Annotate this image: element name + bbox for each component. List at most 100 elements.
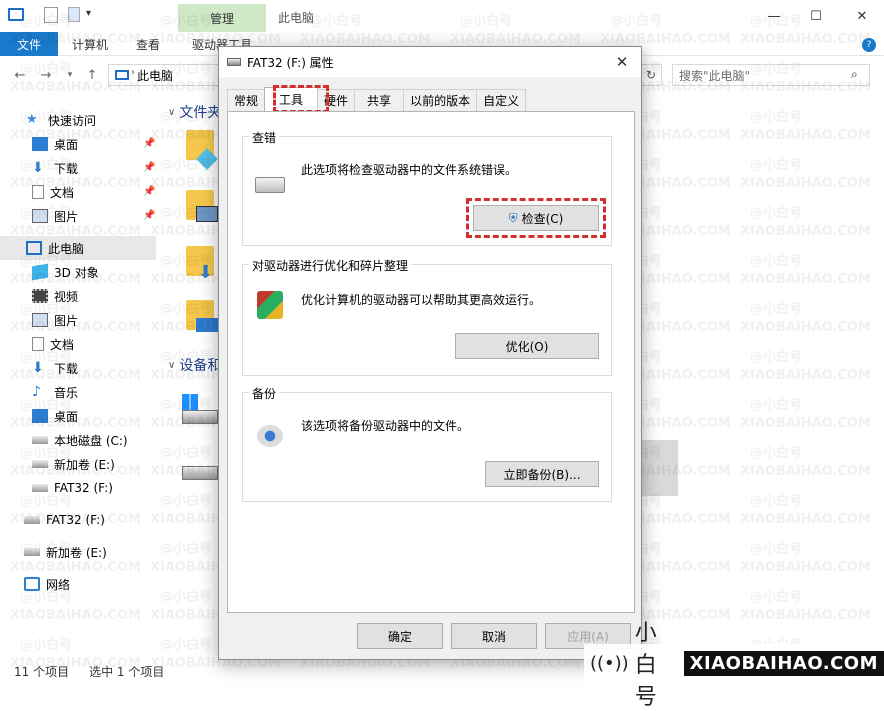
- sidebar-item-fat32-f[interactable]: FAT32 (F:): [0, 476, 156, 500]
- star-icon: ★: [26, 112, 38, 127]
- tab-customize[interactable]: 自定义: [476, 89, 527, 111]
- help-icon[interactable]: ?: [862, 38, 876, 52]
- sidebar-item-label: 下载: [54, 161, 79, 176]
- optimize-button[interactable]: 优化(O): [455, 333, 599, 359]
- brand-cn: 小白号: [634, 621, 657, 710]
- pin-icon[interactable]: 📌: [143, 186, 155, 197]
- devices-section-header[interactable]: ∨ 设备和: [168, 355, 221, 375]
- watermark-text: XIAOBAIHAO.COM: [740, 368, 871, 383]
- watermark-text: @小白号: [160, 494, 213, 509]
- watermark-text: XIAOBAIHAO.COM: [740, 464, 871, 479]
- windows-logo-icon: [182, 394, 198, 410]
- sidebar-item-pictures[interactable]: 图片: [0, 204, 156, 228]
- selected-count: 选中 1 个项目: [89, 664, 165, 679]
- sidebar-item-network[interactable]: 网络: [0, 572, 156, 596]
- properties-dialog: FAT32 (F:) 属性 ✕ 常规 工具 硬件 共享 以前的版本 自定义 查错…: [218, 46, 642, 660]
- sidebar-item-fat32-f[interactable]: FAT32 (F:): [0, 508, 156, 532]
- watermark-text: XIAOBAIHAO.COM: [740, 272, 871, 287]
- tools-tab-highlight: [273, 85, 329, 113]
- sidebar-item-volume-e[interactable]: 新加卷 (E:): [0, 540, 156, 564]
- backup-group: 备份 该选项将备份驱动器中的文件。 立即备份(B)...: [242, 385, 612, 502]
- music-icon: ♪: [32, 384, 41, 400]
- dialog-title: FAT32 (F:) 属性: [247, 55, 334, 70]
- sidebar-item-label: 桌面: [54, 409, 79, 424]
- chevron-down-icon[interactable]: ▾: [86, 8, 91, 19]
- group-title: 备份: [249, 385, 280, 402]
- drive-icon[interactable]: [182, 410, 218, 424]
- tab-view[interactable]: 查看: [126, 32, 170, 56]
- tools-tab-panel: 查错 此选项将检查驱动器中的文件系统错误。 ⛨ 检查(C) 对驱动器进行优化和碎…: [227, 111, 635, 613]
- network-icon: [24, 577, 40, 591]
- refresh-icon: ↻: [645, 68, 657, 82]
- sidebar-item-label: FAT32 (F:): [54, 481, 113, 495]
- chevron-down-icon: ∨: [168, 106, 176, 118]
- group-title: 对驱动器进行优化和碎片整理: [249, 257, 412, 274]
- search-input[interactable]: 搜索"此电脑" ⌕: [672, 64, 870, 86]
- backup-description: 该选项将备份驱动器中的文件。: [301, 419, 470, 433]
- sidebar-item-label: 网络: [46, 577, 71, 592]
- computer-icon: [26, 241, 42, 255]
- sidebar-item-local-disk-c[interactable]: 本地磁盘 (C:): [0, 428, 156, 452]
- drive-icon: [32, 436, 48, 444]
- sidebar-item-videos[interactable]: 视频: [0, 284, 156, 308]
- sidebar-item-quick-access[interactable]: ★ 快速访问: [0, 108, 156, 132]
- back-arrow-icon[interactable]: ←: [12, 66, 28, 84]
- folders-section-header[interactable]: ∨ 文件夹: [168, 102, 221, 122]
- tab-computer[interactable]: 计算机: [64, 32, 116, 56]
- desktop-icon: [32, 137, 48, 151]
- tab-sharing[interactable]: 共享: [354, 89, 405, 111]
- watermark-text: @小白号: [750, 110, 803, 125]
- address-bar[interactable]: › 此电脑: [108, 64, 228, 86]
- brand-en: XIAOBAIHAO.COM: [683, 650, 884, 676]
- watermark-text: @小白号: [750, 206, 803, 221]
- sidebar-item-desktop[interactable]: 桌面: [0, 132, 156, 156]
- properties-icon[interactable]: [44, 7, 58, 23]
- selected-item-highlight[interactable]: [638, 440, 678, 496]
- sidebar-item-label: 图片: [54, 313, 79, 328]
- tab-previous-versions[interactable]: 以前的版本: [403, 89, 478, 111]
- backup-now-button[interactable]: 立即备份(B)...: [485, 461, 599, 487]
- maximize-icon[interactable]: ☐: [806, 8, 826, 24]
- drive-icon: [32, 484, 48, 492]
- ok-button[interactable]: 确定: [357, 623, 443, 649]
- close-icon[interactable]: ✕: [852, 8, 872, 24]
- dialog-close-button[interactable]: ✕: [611, 51, 633, 73]
- new-folder-icon[interactable]: [68, 7, 80, 22]
- sidebar-item-label: 快速访问: [48, 113, 97, 128]
- pin-icon[interactable]: 📌: [143, 210, 155, 221]
- picture-icon: [32, 209, 48, 223]
- sidebar-item-documents[interactable]: 文档: [0, 180, 156, 204]
- document-icon: [32, 337, 44, 351]
- forward-arrow-icon[interactable]: →: [38, 66, 54, 84]
- up-arrow-icon[interactable]: ↑: [84, 66, 100, 84]
- recent-chevron-icon[interactable]: ▾: [62, 66, 78, 84]
- sidebar-item-label: 图片: [54, 209, 79, 224]
- refresh-button[interactable]: ↻: [640, 64, 662, 86]
- drive-icon[interactable]: [182, 466, 218, 480]
- watermark-text: XIAOBAIHAO.COM: [740, 560, 871, 575]
- sidebar-item-label: 文档: [50, 337, 75, 352]
- video-icon: [32, 289, 48, 303]
- watermark-text: @小白号: [750, 398, 803, 413]
- sidebar-item-label: 3D 对象: [54, 265, 99, 280]
- pin-icon[interactable]: 📌: [143, 138, 155, 149]
- sidebar-item-downloads[interactable]: ⬇ 下载: [0, 356, 156, 380]
- pin-icon[interactable]: 📌: [143, 162, 155, 173]
- watermark-text: @小白号: [750, 302, 803, 317]
- download-icon: ⬇: [198, 262, 214, 283]
- sidebar-item-volume-e[interactable]: 新加卷 (E:): [0, 452, 156, 476]
- sidebar-item-3d-objects[interactable]: 3D 对象: [0, 260, 156, 284]
- watermark-text: XIAOBAIHAO.COM: [740, 512, 871, 527]
- minimize-icon[interactable]: —: [764, 8, 784, 24]
- sidebar-item-desktop[interactable]: 桌面: [0, 404, 156, 428]
- watermark-text: @小白号: [750, 494, 803, 509]
- cancel-button[interactable]: 取消: [451, 623, 537, 649]
- sidebar-item-this-pc[interactable]: 此电脑: [0, 236, 156, 260]
- sidebar-item-music[interactable]: ♪ 音乐: [0, 380, 156, 404]
- sidebar-item-downloads[interactable]: ⬇ 下载: [0, 156, 156, 180]
- sidebar-item-pictures[interactable]: 图片: [0, 308, 156, 332]
- sidebar-item-documents[interactable]: 文档: [0, 332, 156, 356]
- manage-context-tab[interactable]: 管理: [178, 4, 266, 32]
- tab-general[interactable]: 常规: [227, 89, 266, 111]
- tab-file[interactable]: 文件: [0, 32, 58, 56]
